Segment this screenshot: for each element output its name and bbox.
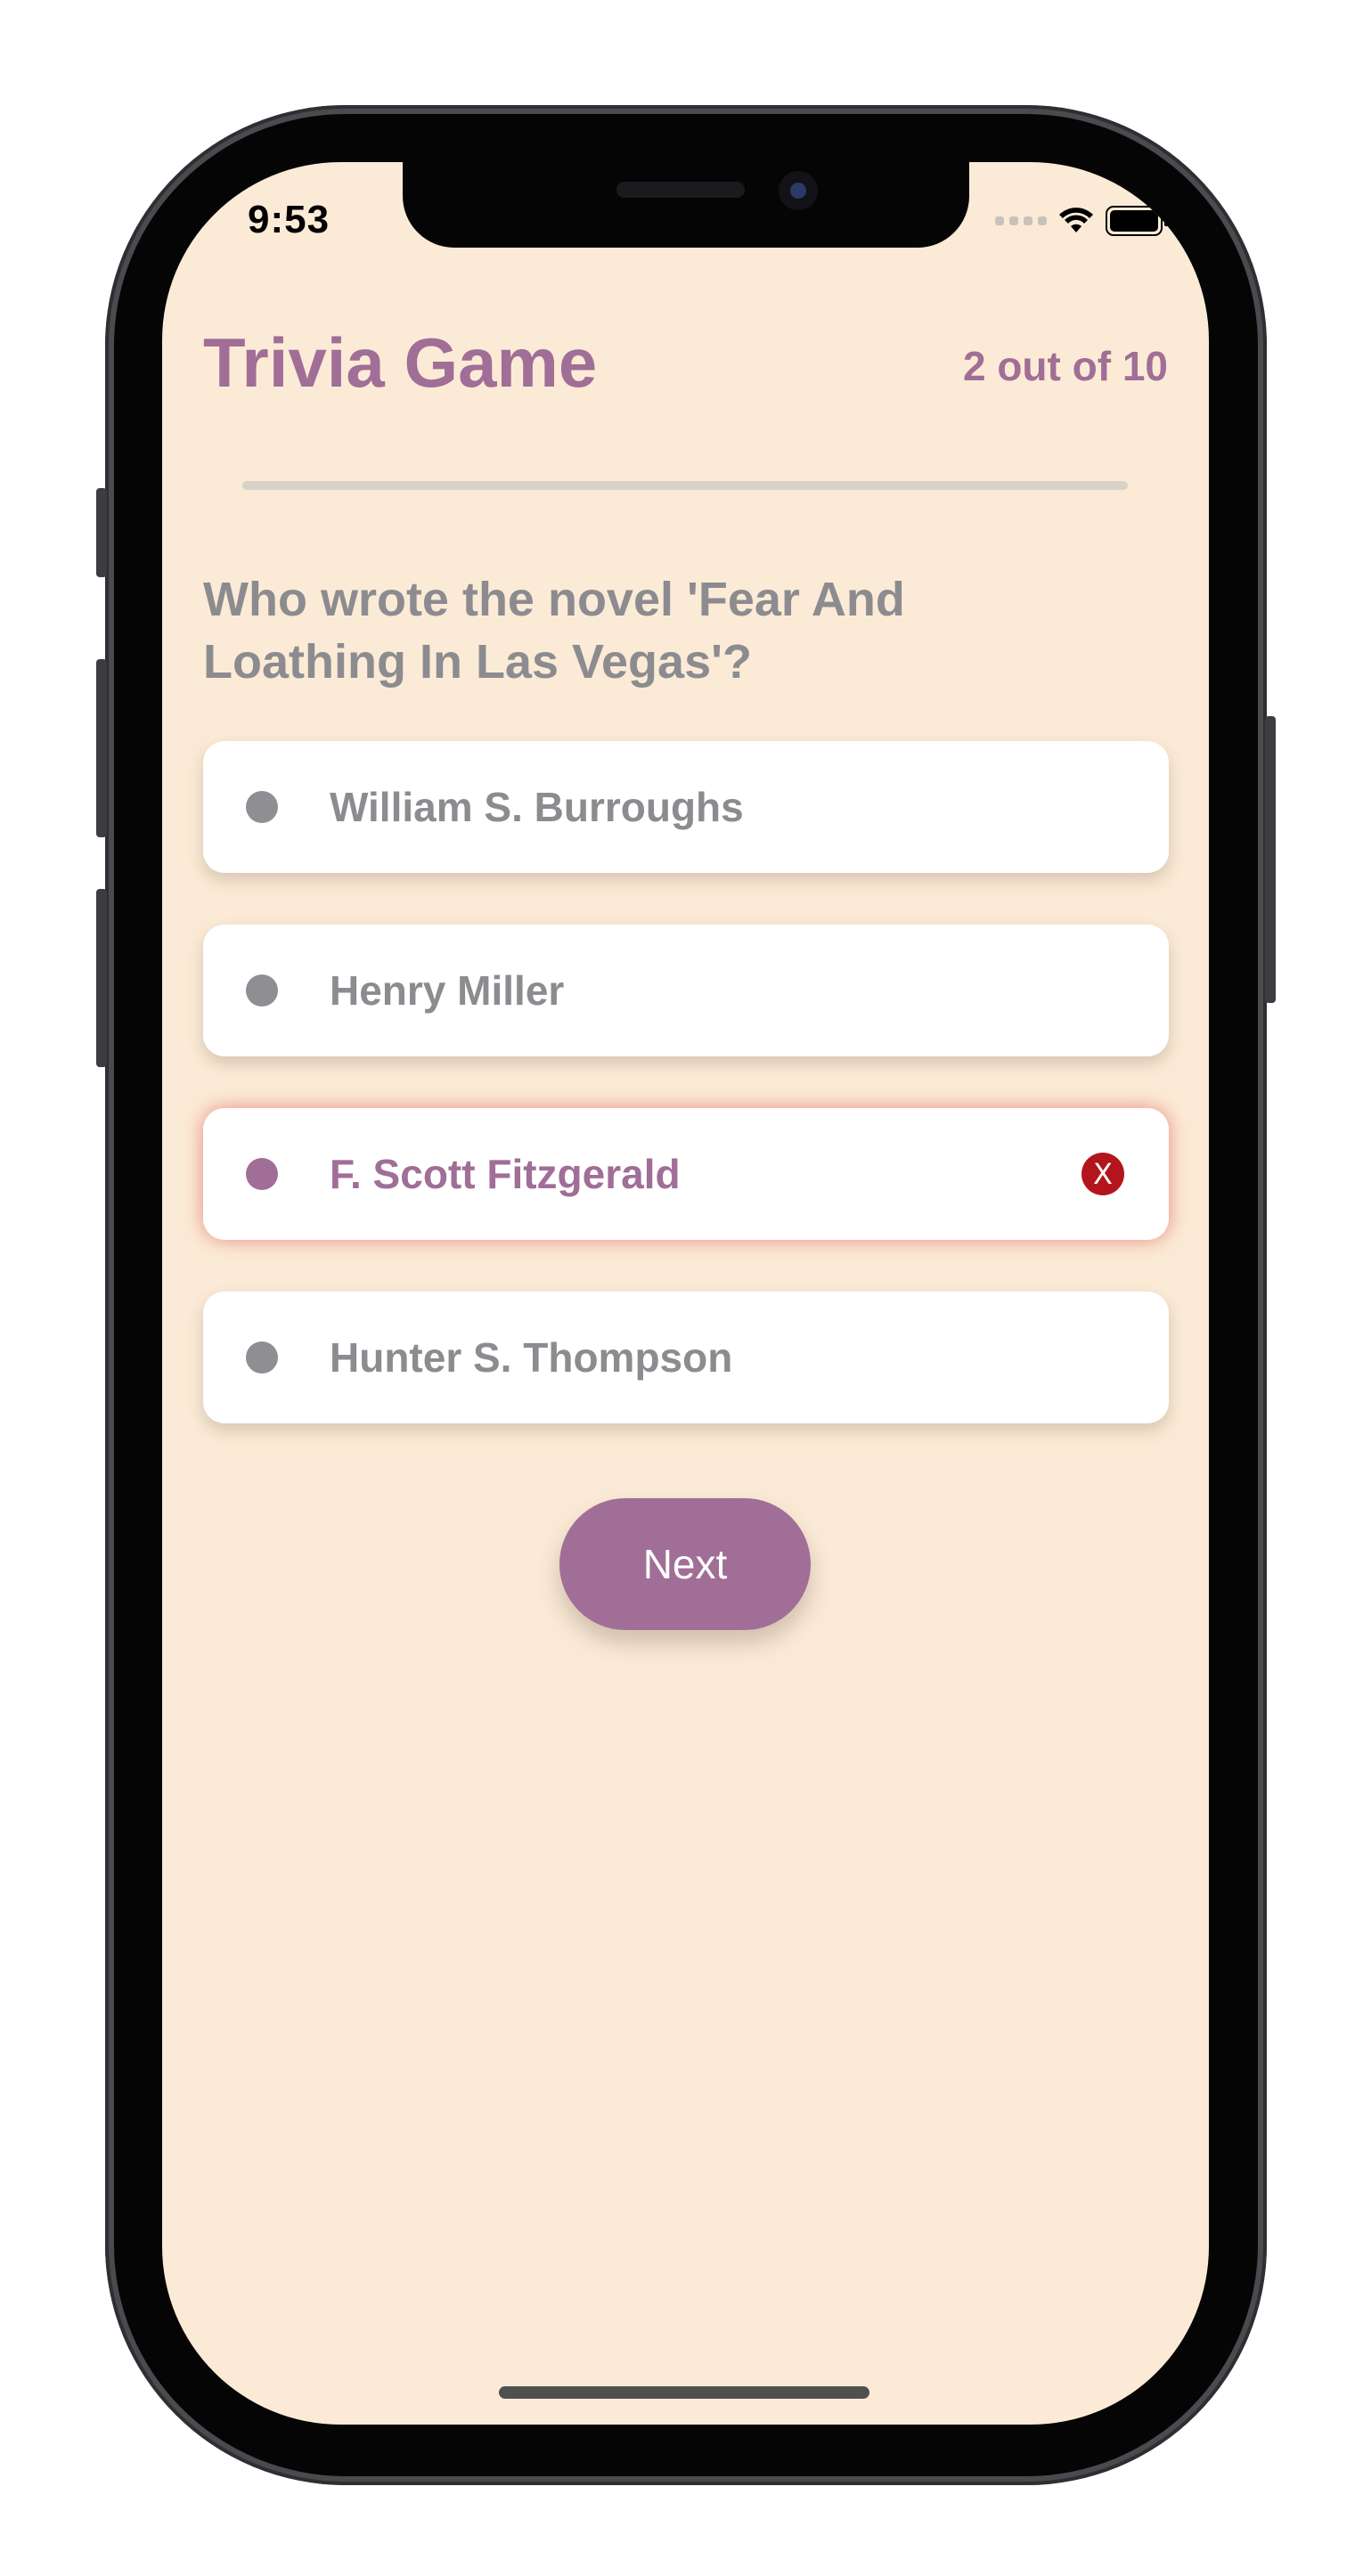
status-time: 9:53 [248,198,331,241]
silent-switch [96,488,107,577]
answer-option[interactable]: William S. Burroughs [203,741,1169,873]
camera-icon [779,171,818,210]
signal-icon [995,216,1047,225]
speaker-grille [616,182,745,198]
next-button[interactable]: Next [559,1498,811,1630]
bullet-icon [246,1158,278,1190]
answer-label: F. Scott Fitzgerald [330,1151,681,1197]
answer-option-incorrect[interactable]: F. Scott Fitzgerald X [203,1108,1169,1240]
notch [403,162,969,248]
volume-up-button [96,659,107,837]
answer-option[interactable]: Henry Miller [203,925,1169,1056]
battery-icon [1106,206,1169,236]
answer-label: William S. Burroughs [330,784,744,830]
progress-bar-fill [242,481,420,490]
header: Trivia Game 2 out of 10 [203,322,1168,429]
answer-label: Henry Miller [330,967,565,1014]
answer-label: Hunter S. Thompson [330,1334,733,1381]
answer-option[interactable]: Hunter S. Thompson [203,1292,1169,1423]
bullet-icon [246,1341,278,1374]
page-title: Trivia Game [203,323,598,402]
bullet-icon [246,974,278,1007]
close-circle-icon: X [1081,1153,1124,1195]
status-icons [995,203,1170,239]
answer-list: William S. Burroughs Henry Miller F. Sco… [203,741,1169,1475]
volume-down-button [96,889,107,1067]
progress-bar [242,481,1128,490]
question-text: Who wrote the novel 'Fear And Loathing I… [203,573,905,689]
power-button [1265,716,1276,1003]
bullet-icon [246,791,278,823]
app-screen: 9:53 Trivia Game 2 out of 10 Who wrote t… [162,162,1209,2425]
wifi-icon [1059,208,1093,232]
home-indicator[interactable] [499,2386,869,2399]
question-counter: 2 out of 10 [962,343,1168,389]
